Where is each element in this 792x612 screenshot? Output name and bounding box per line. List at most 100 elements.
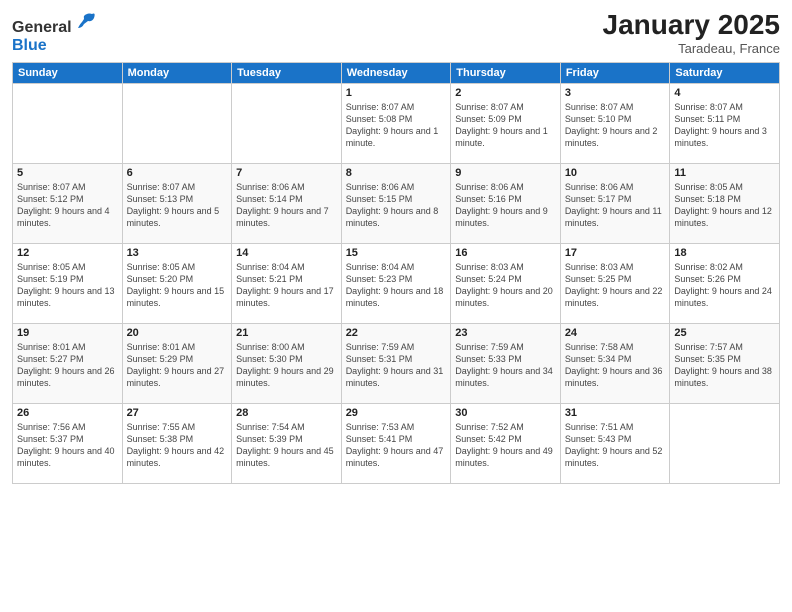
day-number: 31 — [565, 407, 666, 419]
day-number: 16 — [455, 247, 556, 259]
table-row: 4Sunrise: 8:07 AM Sunset: 5:11 PM Daylig… — [670, 83, 780, 163]
title-block: January 2025 Taradeau, France — [603, 10, 780, 56]
cell-details: Sunrise: 8:05 AM Sunset: 5:18 PM Dayligh… — [674, 181, 775, 230]
col-friday: Friday — [560, 62, 670, 83]
day-number: 27 — [127, 407, 228, 419]
day-number: 3 — [565, 87, 666, 99]
col-monday: Monday — [122, 62, 232, 83]
cell-details: Sunrise: 8:07 AM Sunset: 5:12 PM Dayligh… — [17, 181, 118, 230]
main-container: General Blue January 2025 Taradeau, Fran… — [0, 0, 792, 492]
table-row: 16 Sunrise: 8:03 AM Sunset: 5:24 PM Dayli… — [451, 243, 561, 323]
day-number: 8 — [346, 167, 447, 179]
table-row: 29Sunrise: 7:53 AM Sunset: 5:41 PM Dayli… — [341, 403, 451, 483]
table-row: 28 Sunrise: 7:54 AM Sunset: 5:39 PM Dayli… — [232, 403, 342, 483]
logo-general: General — [12, 19, 72, 36]
logo-bird-icon — [74, 10, 96, 32]
cell-details: Sunrise: 8:01 AM Sunset: 5:29 PM Dayligh… — [127, 341, 228, 390]
day-number: 1 — [346, 87, 447, 99]
cell-details: Sunrise: 8:01 AM Sunset: 5:27 PM Dayligh… — [17, 341, 118, 390]
table-row: 26 Sunrise: 7:56 AM Sunset: 5:37 PM Dayli… — [13, 403, 123, 483]
cell-details: Sunrise: 7:57 AM Sunset: 5:35 PM Dayligh… — [674, 341, 775, 390]
cell-details: Sunrise: 8:06 AM Sunset: 5:15 PM Dayligh… — [346, 181, 447, 230]
cell-details: Sunrise: 7:54 AM Sunset: 5:39 PM Dayligh… — [236, 421, 337, 470]
day-number: 19 — [17, 327, 118, 339]
day-number: 13 — [127, 247, 228, 259]
cell-details: Sunrise: 8:07 AM Sunset: 5:11 PM Dayligh… — [674, 101, 775, 150]
table-row: 19 Sunrise: 8:01 AM Sunset: 5:27 PM Dayli… — [13, 323, 123, 403]
table-row: 1 Sunrise: 8:07 AM Sunset: 5:08 PM Daylig… — [341, 83, 451, 163]
cell-details: Sunrise: 8:06 AM Sunset: 5:17 PM Dayligh… — [565, 181, 666, 230]
day-number: 26 — [17, 407, 118, 419]
logo-blue: Blue — [12, 37, 47, 54]
calendar-table: Sunday Monday Tuesday Wednesday Thursday… — [12, 62, 780, 484]
table-row: 21 Sunrise: 8:00 AM Sunset: 5:30 PM Dayli… — [232, 323, 342, 403]
cell-details: Sunrise: 7:59 AM Sunset: 5:31 PM Dayligh… — [346, 341, 447, 390]
col-saturday: Saturday — [670, 62, 780, 83]
table-row: 24Sunrise: 7:58 AM Sunset: 5:34 PM Dayli… — [560, 323, 670, 403]
cell-details: Sunrise: 8:05 AM Sunset: 5:20 PM Dayligh… — [127, 261, 228, 310]
day-number: 21 — [236, 327, 337, 339]
cell-details: Sunrise: 7:52 AM Sunset: 5:42 PM Dayligh… — [455, 421, 556, 470]
cell-details: Sunrise: 7:55 AM Sunset: 5:38 PM Dayligh… — [127, 421, 228, 470]
cell-details: Sunrise: 8:06 AM Sunset: 5:14 PM Dayligh… — [236, 181, 337, 230]
day-number: 10 — [565, 167, 666, 179]
table-row: 23Sunrise: 7:59 AM Sunset: 5:33 PM Dayli… — [451, 323, 561, 403]
day-number: 6 — [127, 167, 228, 179]
table-row: 14 Sunrise: 8:04 AM Sunset: 5:21 PM Dayli… — [232, 243, 342, 323]
table-row — [670, 403, 780, 483]
table-row — [13, 83, 123, 163]
month-title: January 2025 — [603, 10, 780, 41]
table-row: 11 Sunrise: 8:05 AM Sunset: 5:18 PM Dayli… — [670, 163, 780, 243]
cell-details: Sunrise: 8:04 AM Sunset: 5:21 PM Dayligh… — [236, 261, 337, 310]
day-number: 14 — [236, 247, 337, 259]
table-row: 6 Sunrise: 8:07 AM Sunset: 5:13 PM Daylig… — [122, 163, 232, 243]
col-wednesday: Wednesday — [341, 62, 451, 83]
table-row: 5 Sunrise: 8:07 AM Sunset: 5:12 PM Daylig… — [13, 163, 123, 243]
table-row: 25 Sunrise: 7:57 AM Sunset: 5:35 PM Dayli… — [670, 323, 780, 403]
cell-details: Sunrise: 8:07 AM Sunset: 5:13 PM Dayligh… — [127, 181, 228, 230]
col-sunday: Sunday — [13, 62, 123, 83]
table-row: 2Sunrise: 8:07 AM Sunset: 5:09 PM Daylig… — [451, 83, 561, 163]
cell-details: Sunrise: 8:06 AM Sunset: 5:16 PM Dayligh… — [455, 181, 556, 230]
cell-details: Sunrise: 8:04 AM Sunset: 5:23 PM Dayligh… — [346, 261, 447, 310]
day-number: 24 — [565, 327, 666, 339]
day-number: 11 — [674, 167, 775, 179]
cell-details: Sunrise: 8:03 AM Sunset: 5:24 PM Dayligh… — [455, 261, 556, 310]
cell-details: Sunrise: 7:51 AM Sunset: 5:43 PM Dayligh… — [565, 421, 666, 470]
table-row — [232, 83, 342, 163]
cell-details: Sunrise: 7:53 AM Sunset: 5:41 PM Dayligh… — [346, 421, 447, 470]
cell-details: Sunrise: 8:07 AM Sunset: 5:10 PM Dayligh… — [565, 101, 666, 150]
table-row: 15 Sunrise: 8:04 AM Sunset: 5:23 PM Dayli… — [341, 243, 451, 323]
day-number: 7 — [236, 167, 337, 179]
day-number: 20 — [127, 327, 228, 339]
cell-details: Sunrise: 7:56 AM Sunset: 5:37 PM Dayligh… — [17, 421, 118, 470]
day-number: 23 — [455, 327, 556, 339]
cell-details: Sunrise: 8:05 AM Sunset: 5:19 PM Dayligh… — [17, 261, 118, 310]
day-number: 22 — [346, 327, 447, 339]
col-thursday: Thursday — [451, 62, 561, 83]
day-number: 5 — [17, 167, 118, 179]
logo: General Blue — [12, 10, 96, 55]
table-row: 10 Sunrise: 8:06 AM Sunset: 5:17 PM Dayli… — [560, 163, 670, 243]
day-number: 15 — [346, 247, 447, 259]
day-number: 25 — [674, 327, 775, 339]
day-number: 9 — [455, 167, 556, 179]
day-number: 28 — [236, 407, 337, 419]
location-title: Taradeau, France — [603, 41, 780, 56]
table-row: 17Sunrise: 8:03 AM Sunset: 5:25 PM Dayli… — [560, 243, 670, 323]
day-number: 2 — [455, 87, 556, 99]
cell-details: Sunrise: 8:03 AM Sunset: 5:25 PM Dayligh… — [565, 261, 666, 310]
cell-details: Sunrise: 8:00 AM Sunset: 5:30 PM Dayligh… — [236, 341, 337, 390]
table-row: 12Sunrise: 8:05 AM Sunset: 5:19 PM Dayli… — [13, 243, 123, 323]
cell-details: Sunrise: 8:07 AM Sunset: 5:08 PM Dayligh… — [346, 101, 447, 150]
day-number: 30 — [455, 407, 556, 419]
table-row: 27 Sunrise: 7:55 AM Sunset: 5:38 PM Dayli… — [122, 403, 232, 483]
table-row: 13 Sunrise: 8:05 AM Sunset: 5:20 PM Dayli… — [122, 243, 232, 323]
table-row: 30 Sunrise: 7:52 AM Sunset: 5:42 PM Dayli… — [451, 403, 561, 483]
table-row — [122, 83, 232, 163]
table-row: 8 Sunrise: 8:06 AM Sunset: 5:15 PM Daylig… — [341, 163, 451, 243]
table-row: 18Sunrise: 8:02 AM Sunset: 5:26 PM Dayli… — [670, 243, 780, 323]
table-row: 31 Sunrise: 7:51 AM Sunset: 5:43 PM Dayli… — [560, 403, 670, 483]
header: General Blue January 2025 Taradeau, Fran… — [12, 10, 780, 56]
table-row: 7 Sunrise: 8:06 AM Sunset: 5:14 PM Daylig… — [232, 163, 342, 243]
